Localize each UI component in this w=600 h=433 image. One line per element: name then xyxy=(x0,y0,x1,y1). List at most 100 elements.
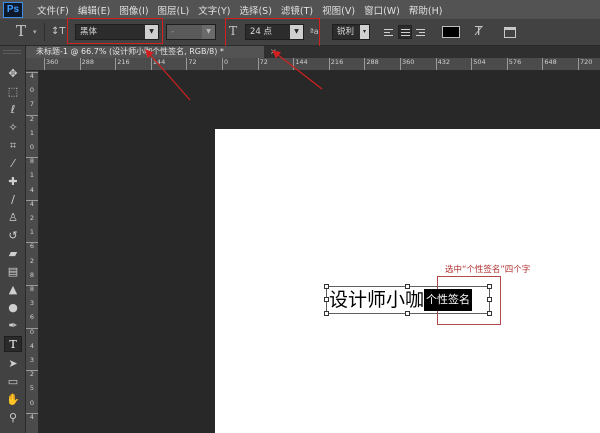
crop-tool-icon[interactable]: ⌗ xyxy=(4,138,22,154)
eyedropper-tool-icon[interactable]: ⁄ xyxy=(4,156,22,172)
document-canvas[interactable] xyxy=(215,129,600,433)
ruler-tick-label: 360 xyxy=(402,58,415,66)
chevron-down-icon[interactable]: ▾ xyxy=(360,25,369,39)
menu-select[interactable]: 选择(S) xyxy=(239,3,271,17)
ruler-tick-label: 2 xyxy=(29,370,35,379)
ruler-tick xyxy=(150,58,152,70)
toolbox-grip[interactable] xyxy=(3,50,21,54)
ruler-tick xyxy=(186,58,188,70)
align-center-button[interactable] xyxy=(398,25,412,39)
transform-handle[interactable] xyxy=(487,311,492,316)
document-tab-strip: 未标题-1 @ 66.7% (设计师小咖个性签名, RGB/8) * × xyxy=(26,46,600,58)
menu-help[interactable]: 帮助(H) xyxy=(409,3,443,17)
ruler-tick-label: 8 xyxy=(29,270,35,279)
ruler-tick-label: 6 xyxy=(29,313,35,322)
font-style-select[interactable]: - ▼ xyxy=(166,24,216,40)
tool-preset-arrow-icon[interactable]: ▾ xyxy=(33,28,37,36)
ruler-tick-label: 144 xyxy=(295,58,308,66)
ruler-tick-label: 216 xyxy=(117,58,130,66)
text-layer[interactable]: 设计师小咖 个性签名 xyxy=(329,286,473,314)
ruler-tick-label: 144 xyxy=(152,58,166,66)
ruler-tick xyxy=(222,58,223,70)
gradient-tool-icon[interactable]: ▤ xyxy=(4,264,22,280)
align-left-button[interactable] xyxy=(382,25,396,39)
ruler-tick-label: 288 xyxy=(366,58,379,66)
transform-handle[interactable] xyxy=(487,297,492,302)
character-panel-icon[interactable] xyxy=(504,27,516,38)
horizontal-ruler[interactable]: 360 288 216 144 72 0 72 144 216 288 360 432 504 576 64… xyxy=(26,58,600,71)
options-bar: T ▾ ↕T 黑体 ▼ - ▼ T 24 点 ▼ ªa 锐利 ▾ Ⱦ xyxy=(0,18,600,49)
magic-wand-tool-icon[interactable]: ✧ xyxy=(4,120,22,136)
photoshop-logo: Ps xyxy=(3,1,23,18)
menu-filter[interactable]: 滤镜(T) xyxy=(281,3,313,17)
ruler-tick xyxy=(26,157,38,159)
ruler-tick-label: 2 xyxy=(29,256,35,265)
lasso-tool-icon[interactable]: ℓ xyxy=(4,102,22,118)
ruler-tick xyxy=(435,58,437,70)
path-selection-tool-icon[interactable]: ➤ xyxy=(4,356,22,372)
shape-tool-icon[interactable]: ▭ xyxy=(4,374,22,390)
blur-tool-icon[interactable]: ▲ xyxy=(4,282,22,298)
ruler-tick xyxy=(328,58,330,70)
text-color-swatch[interactable] xyxy=(442,26,460,38)
font-size-highlight xyxy=(225,18,320,49)
ruler-tick xyxy=(542,58,544,70)
transform-handle[interactable] xyxy=(487,284,492,289)
antialias-value: 锐利 xyxy=(337,27,355,37)
document-tab[interactable]: 未标题-1 @ 66.7% (设计师小咖个性签名, RGB/8) * xyxy=(26,46,264,58)
type-tool-icon[interactable]: T xyxy=(16,24,26,39)
zoom-tool-icon[interactable]: ⚲ xyxy=(4,410,22,426)
ruler-tick-label: 3 xyxy=(29,299,35,308)
antialias-select[interactable]: 锐利 ▾ xyxy=(332,24,370,40)
dodge-tool-icon[interactable]: ● xyxy=(4,300,22,316)
ruler-tick xyxy=(26,114,38,116)
menu-layer[interactable]: 图层(L) xyxy=(158,3,190,17)
ruler-tick xyxy=(578,58,579,70)
pen-tool-icon[interactable]: ✒ xyxy=(4,318,22,334)
ruler-tick-label: 0 xyxy=(224,58,229,66)
menu-view[interactable]: 视图(V) xyxy=(322,3,355,17)
ruler-tick-label: 576 xyxy=(508,58,522,66)
ruler-tick-label: 648 xyxy=(544,58,557,66)
warp-text-icon[interactable]: Ⱦ xyxy=(475,24,482,38)
history-brush-tool-icon[interactable]: ↺ xyxy=(4,228,22,244)
menu-window[interactable]: 窗口(W) xyxy=(364,3,400,17)
brush-tool-icon[interactable]: ∕ xyxy=(4,192,22,208)
move-tool-icon[interactable]: ✥ xyxy=(4,66,22,82)
text-orientation-icon[interactable]: ↕T xyxy=(51,26,66,37)
ruler-tick xyxy=(400,58,401,70)
type-tool-button[interactable]: T xyxy=(4,336,22,352)
ruler-tick-label: 4 xyxy=(29,72,35,80)
ruler-tick-label: 0 xyxy=(29,143,35,151)
eraser-tool-icon[interactable]: ▰ xyxy=(4,246,22,262)
stamp-tool-icon[interactable]: ♙ xyxy=(4,210,22,226)
ruler-tick xyxy=(364,58,366,70)
ruler-tick-label: 504 xyxy=(473,58,486,66)
ruler-tick-label: 6 xyxy=(29,242,35,251)
text-layer-normal: 设计师小咖 xyxy=(329,289,425,311)
close-icon[interactable]: × xyxy=(270,46,277,58)
text-align-group xyxy=(382,25,428,39)
align-right-button[interactable] xyxy=(414,25,428,39)
toolbox: ✥ ⬚ ℓ ✧ ⌗ ⁄ ✚ ∕ ♙ ↺ ▰ ▤ ▲ ● ✒ T ➤ ▭ ✋ ⚲ xyxy=(0,46,26,433)
menu-type[interactable]: 文字(Y) xyxy=(198,3,230,17)
ruler-tick-label: 5 xyxy=(29,384,35,393)
marquee-tool-icon[interactable]: ⬚ xyxy=(4,84,22,100)
menu-image[interactable]: 图像(I) xyxy=(119,3,148,17)
font-style-value: - xyxy=(171,27,175,37)
menu-bar: Ps 文件(F) 编辑(E) 图像(I) 图层(L) 文字(Y) 选择(S) 滤… xyxy=(0,0,600,19)
ruler-tick-label: 4 xyxy=(29,412,35,421)
ruler-tick-label: 0 xyxy=(29,398,35,407)
ruler-tick-label: 0 xyxy=(29,86,35,95)
ruler-tick-label: 1 xyxy=(29,128,35,137)
menu-edit[interactable]: 编辑(E) xyxy=(78,3,110,17)
healing-brush-tool-icon[interactable]: ✚ xyxy=(4,174,22,190)
ruler-tick xyxy=(26,412,38,414)
vertical-ruler[interactable]: 4 0 7 2 1 0 8 1 4 4 2 1 6 2 8 8 3 6 0 4 3 2 5 0 4 xyxy=(26,71,39,433)
chevron-down-icon[interactable]: ▼ xyxy=(202,25,215,39)
ruler-tick-label: 2 xyxy=(29,214,35,222)
ruler-tick-label: 0 xyxy=(29,327,35,336)
menu-file[interactable]: 文件(F) xyxy=(37,3,69,17)
hand-tool-icon[interactable]: ✋ xyxy=(4,392,22,408)
ruler-tick-label: 8 xyxy=(29,285,35,293)
